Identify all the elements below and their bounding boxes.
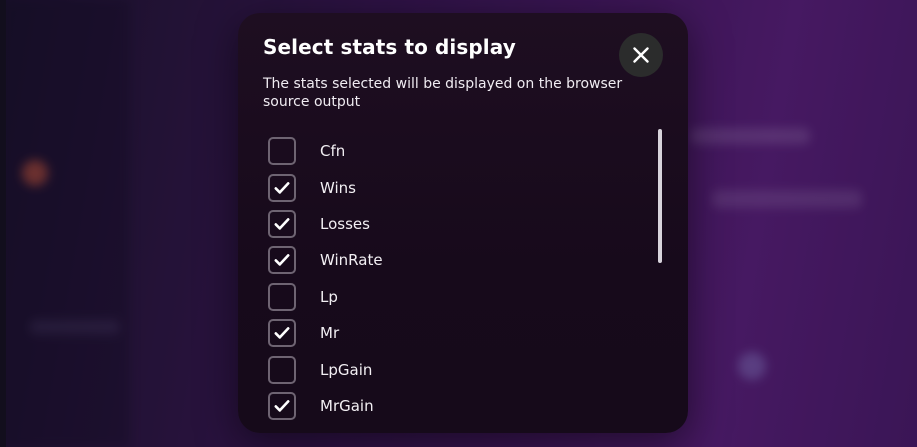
stat-checkbox[interactable] xyxy=(268,355,296,384)
stat-label: Wins xyxy=(320,178,356,197)
checkmark-icon xyxy=(274,218,290,230)
stat-checkbox[interactable] xyxy=(268,319,296,348)
stat-label: MrGain xyxy=(320,396,374,415)
stat-option[interactable]: MrGain xyxy=(268,388,628,424)
stat-checkbox[interactable] xyxy=(268,137,296,166)
dialog-title: Select stats to display xyxy=(263,35,516,59)
dialog-description: The stats selected will be displayed on … xyxy=(263,76,623,110)
stat-option[interactable]: Cfn xyxy=(268,133,628,169)
stat-option[interactable]: Mr xyxy=(268,315,628,351)
stat-checkbox[interactable] xyxy=(268,173,296,202)
stat-label: Cfn xyxy=(320,142,346,161)
checkmark-icon xyxy=(274,181,290,194)
stat-option[interactable]: LpGain xyxy=(268,351,628,387)
list-scrollbar[interactable] xyxy=(658,129,662,263)
stat-option[interactable]: Wins xyxy=(268,169,628,205)
checkmark-icon xyxy=(274,400,290,412)
stat-checkbox[interactable] xyxy=(268,246,296,275)
stat-checkbox[interactable] xyxy=(268,391,296,420)
stat-checkbox[interactable] xyxy=(268,209,296,238)
stat-label: Lp xyxy=(320,287,338,306)
checkmark-icon xyxy=(274,327,290,339)
close-button[interactable] xyxy=(619,33,663,77)
select-stats-dialog: Select stats to display The stats select… xyxy=(238,13,688,433)
stat-label: Mr xyxy=(320,324,340,343)
stat-option[interactable]: Lp xyxy=(268,279,628,315)
checkmark-icon xyxy=(274,254,290,267)
stat-checkbox[interactable] xyxy=(268,282,296,311)
stat-label: Losses xyxy=(320,214,370,233)
stat-option[interactable]: Losses xyxy=(268,206,628,242)
stat-label: WinRate xyxy=(320,251,383,270)
close-icon xyxy=(633,47,649,63)
stat-option[interactable]: WinRate xyxy=(268,242,628,278)
stats-checklist: Cfn Wins Losses WinRate Lp Mr LpGain MrG… xyxy=(268,133,628,424)
stat-label: LpGain xyxy=(320,360,373,379)
